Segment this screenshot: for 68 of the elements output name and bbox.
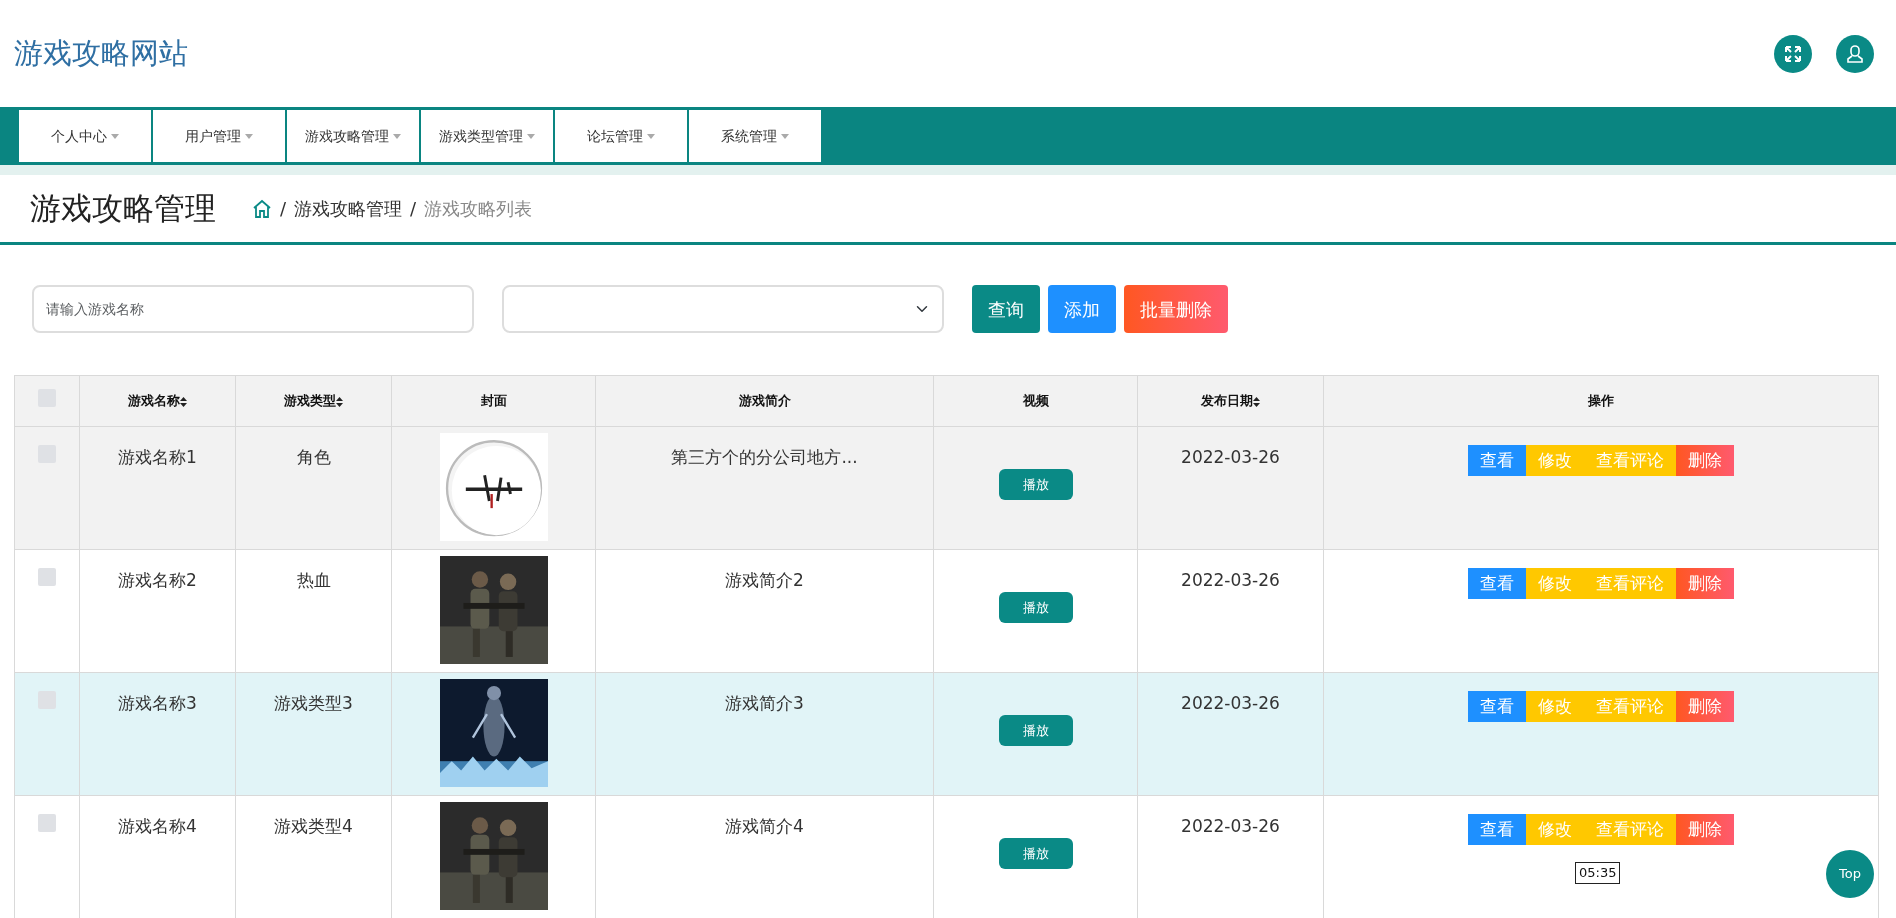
publish-date: 2022-03-26 xyxy=(1181,816,1280,836)
caret-icon xyxy=(245,133,253,139)
nav-menu[interactable]: 个人中心 xyxy=(18,109,152,163)
publish-date: 2022-03-26 xyxy=(1181,447,1280,467)
column-header: 游戏简介 xyxy=(738,393,791,409)
page-title: 游戏攻略管理 xyxy=(30,189,216,229)
view-button[interactable]: 查看 xyxy=(1468,568,1526,599)
caret-icon xyxy=(527,133,535,139)
game-name: 游戏名称1 xyxy=(118,447,197,467)
breadcrumb-separator: / xyxy=(410,197,417,221)
caret-icon xyxy=(781,133,789,139)
caret-icon xyxy=(647,133,655,139)
publish-date: 2022-03-26 xyxy=(1181,693,1280,713)
sort-icon[interactable] xyxy=(180,396,187,407)
column-header: 操作 xyxy=(1588,393,1614,409)
nav-menu[interactable]: 论坛管理 xyxy=(554,109,688,163)
play-button[interactable]: 播放 xyxy=(998,715,1073,746)
game-intro: 游戏简介4 xyxy=(725,816,804,836)
view-button[interactable]: 查看 xyxy=(1468,691,1526,722)
breadcrumb-link[interactable]: 游戏攻略管理 xyxy=(294,195,403,222)
delete-button[interactable]: 删除 xyxy=(1676,691,1734,722)
game-type: 游戏类型4 xyxy=(274,816,353,836)
game-intro: 游戏简介2 xyxy=(725,570,804,590)
breadcrumb-separator: / xyxy=(280,197,287,221)
column-header: 发布日期 xyxy=(1201,393,1253,409)
game-intro: 第三方个的分公司地方... xyxy=(671,447,858,467)
delete-button[interactable]: 删除 xyxy=(1676,568,1734,599)
game-name: 游戏名称4 xyxy=(118,816,197,836)
query-button[interactable]: 查询 xyxy=(972,285,1040,333)
row-checkbox[interactable] xyxy=(38,814,56,832)
breadcrumb-current: 游戏攻略列表 xyxy=(424,197,533,221)
site-title: 游戏攻略网站 xyxy=(14,34,188,72)
play-button[interactable]: 播放 xyxy=(998,469,1073,500)
add-button[interactable]: 添加 xyxy=(1048,285,1116,333)
game-name: 游戏名称2 xyxy=(118,570,197,590)
time-tooltip: 05:35 xyxy=(1575,862,1621,884)
game-name: 游戏名称3 xyxy=(118,693,197,713)
fullscreen-button[interactable] xyxy=(1774,34,1812,73)
column-header: 游戏名称 xyxy=(128,393,180,409)
user-icon xyxy=(1845,43,1865,64)
play-button[interactable]: 播放 xyxy=(998,592,1073,623)
search-field[interactable]: 请输入游戏名称 xyxy=(32,285,474,333)
nav-menu[interactable]: 用户管理 xyxy=(152,109,286,163)
sort-icon[interactable] xyxy=(336,396,343,407)
column-header: 封面 xyxy=(480,393,507,409)
delete-button[interactable]: 删除 xyxy=(1676,445,1734,476)
row-checkbox[interactable] xyxy=(38,568,56,586)
delete-button[interactable]: 批量删除 xyxy=(1124,285,1228,333)
nav-menu[interactable]: 游戏类型管理 xyxy=(420,109,554,163)
view-button[interactable]: 查看 xyxy=(1468,445,1526,476)
publish-date: 2022-03-26 xyxy=(1181,570,1280,590)
column-header: 游戏类型 xyxy=(284,393,336,409)
home-icon[interactable] xyxy=(252,198,272,219)
game-intro: 游戏简介3 xyxy=(725,693,804,713)
view-button[interactable]: 查看 xyxy=(1468,814,1526,845)
game-type: 热血 xyxy=(296,570,331,590)
nav-menu[interactable]: 游戏攻略管理 xyxy=(286,109,420,163)
user-button[interactable] xyxy=(1836,34,1874,73)
expand-icon xyxy=(1783,43,1803,64)
sort-icon[interactable] xyxy=(1253,396,1260,407)
column-header: 视频 xyxy=(1022,393,1049,409)
nav-menu[interactable]: 系统管理 xyxy=(688,109,822,163)
game-type: 角色 xyxy=(296,447,331,467)
caret-icon xyxy=(111,133,119,139)
delete-button[interactable]: 删除 xyxy=(1676,814,1734,845)
game-type: 游戏类型3 xyxy=(274,693,353,713)
play-button[interactable]: 播放 xyxy=(998,838,1073,869)
caret-icon xyxy=(393,133,401,139)
